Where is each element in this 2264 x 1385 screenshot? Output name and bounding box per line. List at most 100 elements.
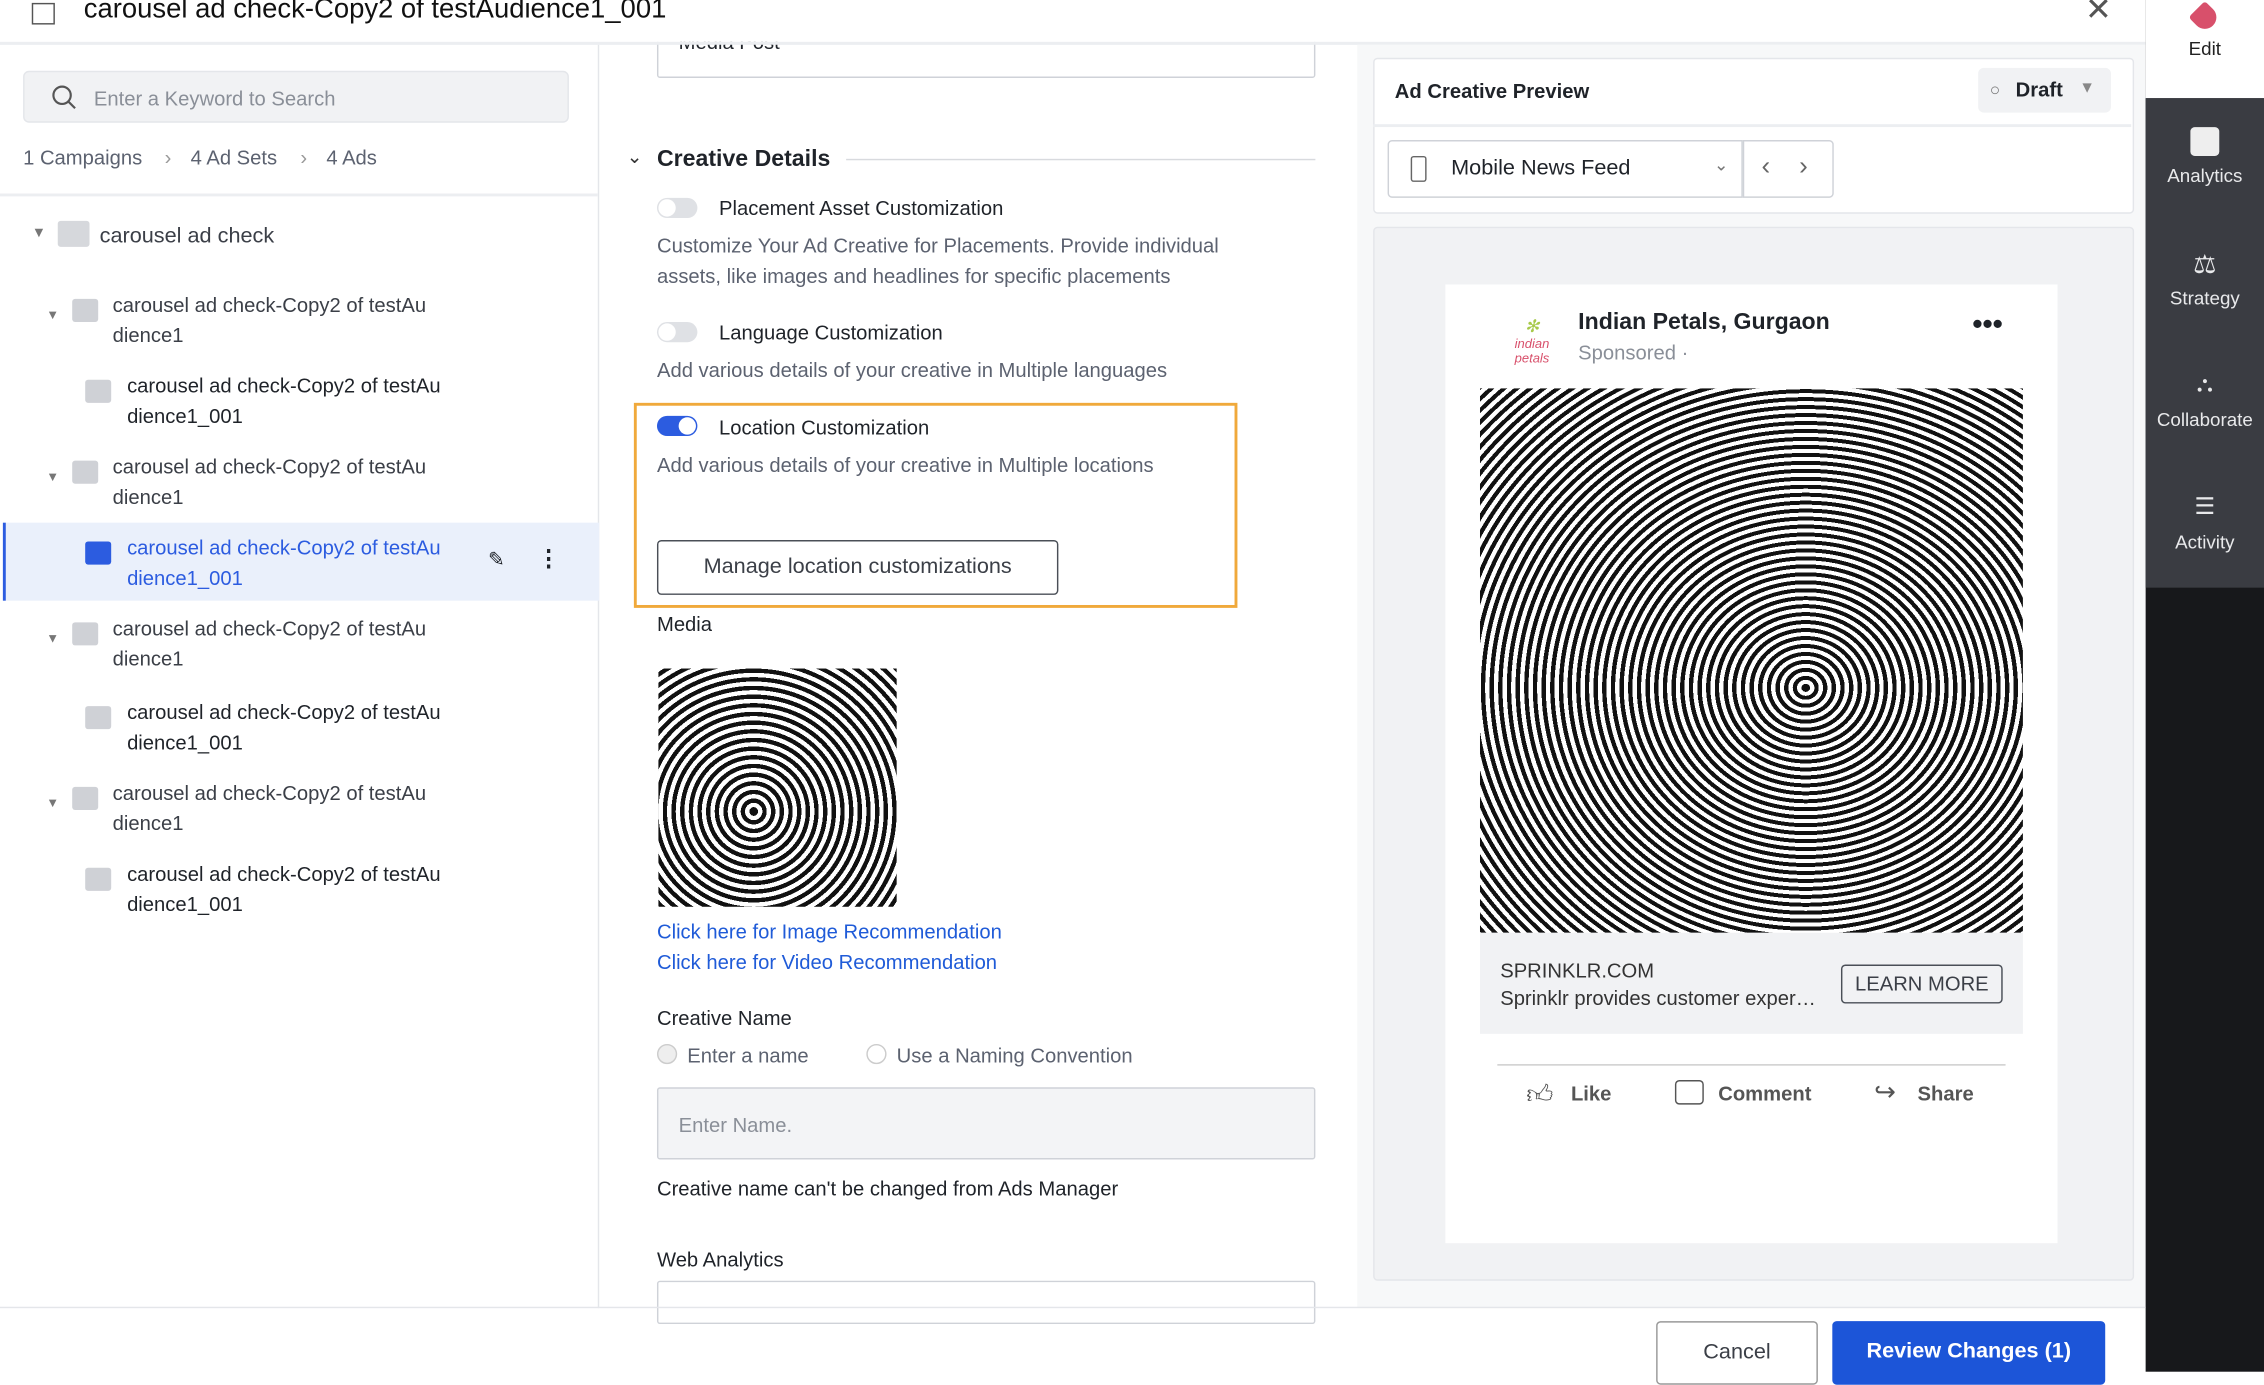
video-recommendation-link[interactable]: Click here for Video Recommendation [657,950,997,973]
caret-down-icon[interactable]: ▼ [46,469,59,483]
placement-toggle[interactable] [656,197,698,219]
ad-icon [85,867,112,891]
location-toggle[interactable] [656,415,698,437]
caret-down-icon[interactable]: ▼ [46,796,59,810]
caret-down-icon[interactable]: ▼ [46,631,59,645]
item-line1: carousel ad check-Copy2 of testAu [127,862,441,886]
placement-desc-2: assets, like images and headlines for sp… [656,264,1171,288]
ad-image [1479,388,2023,933]
ad-item[interactable]: carousel ad check-Copy2 of testAu dience1… [127,533,441,594]
caret-down-icon[interactable]: ▼ [46,308,59,322]
mobile-icon [1410,155,1427,182]
rail-edit[interactable]: Edit [2146,0,2264,59]
location-desc: Add various details of your creative in … [656,453,1154,477]
like-button[interactable]: Like [1571,1081,1611,1104]
radio-convention-label: Use a Naming Convention [896,1043,1133,1068]
chevron-right-icon[interactable]: › [1799,152,1808,182]
radio-enter-name[interactable] [656,1043,678,1065]
activity-icon: ☰ [2194,495,2216,520]
rail-collaborate[interactable]: ⛬ Collaborate [2146,371,2264,431]
ad-icon [85,706,112,730]
language-toggle[interactable] [656,321,698,343]
page-title-overlay: carousel ad check-Copy2 of testAudience1… [83,0,667,25]
ad-icon [85,541,112,565]
review-changes-button[interactable]: Review Changes (1) [1832,1321,2106,1385]
adset-icon [72,298,99,322]
share-button[interactable]: Share [1917,1081,1973,1104]
image-recommendation-link[interactable]: Click here for Image Recommendation [657,920,1002,943]
ad-item[interactable]: carousel ad check-Copy2 of testAu dience1… [127,371,441,432]
breadcrumb-adsets[interactable]: 4 Ad Sets [191,146,278,169]
chevron-left-icon[interactable]: ‹ [1762,152,1771,182]
caret-down-icon[interactable]: ▼ [32,225,46,241]
item-line2: dience1 [112,646,184,670]
section-title: Creative Details [656,147,831,172]
adset-item[interactable]: carousel ad check-Copy2 of testAu dience1 [113,778,427,839]
comment-button[interactable]: Comment [1718,1081,1811,1104]
item-line1: carousel ad check-Copy2 of testAu [112,781,427,805]
divider [0,193,598,197]
search-icon [52,85,76,110]
web-analytics-field[interactable] [656,1280,1316,1325]
comment-icon [1674,1080,1704,1105]
adset-item[interactable]: carousel ad check-Copy2 of testAu dience1 [113,452,427,513]
ad-item[interactable]: carousel ad check-Copy2 of testAu dience1… [127,859,441,920]
status-dropdown[interactable]: ○ Draft ▼ [1978,67,2111,113]
breadcrumb-campaigns[interactable]: 1 Campaigns [23,146,142,169]
layout-icon [31,2,55,25]
creative-name-label: Creative Name [656,1006,792,1030]
page-name: Indian Petals, Gurgaon [1578,310,1830,335]
media-label: Media [656,612,713,636]
placement-desc: Customize Your Ad Creative for Placement… [656,233,1219,258]
manage-location-button[interactable]: Manage location customizations [656,540,1059,595]
divider [846,158,1316,161]
breadcrumb-ads[interactable]: 4 Ads [326,146,377,169]
rail-label: Collaborate [2156,408,2253,431]
rail-analytics[interactable]: Analytics [2146,127,2264,186]
language-desc: Add various details of your creative in … [656,358,1168,382]
status-label: Draft [2015,77,2063,102]
item-line2: dience1_001 [127,892,243,916]
rail-label: Strategy [2169,287,2240,309]
ad-icon [85,379,112,403]
logo-text: indian petals [1514,336,1550,366]
placement-dropdown[interactable]: Mobile News Feed ⌄ [1387,140,1743,198]
adset-icon [72,460,99,484]
close-icon[interactable]: ✕ [2085,0,2112,29]
chevron-down-icon: ⌄ [1713,154,1729,175]
ad-item[interactable]: carousel ad check-Copy2 of testAu dience1… [127,697,441,758]
ad-domain: SPRINKLR.COM [1500,958,1655,982]
chevron-down-icon[interactable]: ⌄ [627,146,643,169]
media-thumbnail[interactable] [658,668,897,907]
like-icon: 👍︎ [1526,1080,1554,1109]
kebab-menu-icon[interactable]: ⋮ [537,544,560,573]
search-input[interactable]: Enter a Keyword to Search [23,70,569,123]
item-line1: carousel ad check-Copy2 of testAu [112,454,427,478]
radio-enter-label: Enter a name [687,1043,809,1068]
learn-more-button[interactable]: LEARN MORE [1840,964,2003,1004]
rail-strategy[interactable]: ⚖ Strategy [2146,250,2264,309]
adset-item[interactable]: carousel ad check-Copy2 of testAu dience1 [113,614,427,675]
more-icon[interactable]: ••• [1972,309,2002,342]
adset-item[interactable]: carousel ad check-Copy2 of testAu dience1 [113,290,427,351]
pencil-icon[interactable]: ✎ [488,547,505,572]
folder-icon [57,220,90,247]
rail-activity[interactable]: ☰ Activity [2146,494,2264,553]
item-line1: carousel ad check-Copy2 of testAu [112,616,427,640]
caret-down-icon: ▼ [2079,79,2095,97]
rail-label: Activity [2175,531,2235,554]
adset-icon [72,622,99,646]
campaign-item[interactable]: carousel ad check [100,221,275,251]
divider [1497,1064,2006,1066]
item-line2: dience1_001 [127,404,243,428]
web-analytics-label: Web Analytics [656,1247,784,1271]
cancel-button[interactable]: Cancel [1656,1321,1818,1385]
item-line2: dience1 [112,323,184,347]
radio-naming-convention[interactable] [866,1043,887,1065]
item-line2: dience1 [112,811,184,835]
item-line1: carousel ad check-Copy2 of testAu [127,373,441,398]
share-icon: ↪ [1874,1077,1896,1107]
creative-name-input[interactable]: Enter Name. [656,1087,1316,1160]
location-label: Location Customization [719,415,930,439]
tag-icon [2188,0,2222,34]
